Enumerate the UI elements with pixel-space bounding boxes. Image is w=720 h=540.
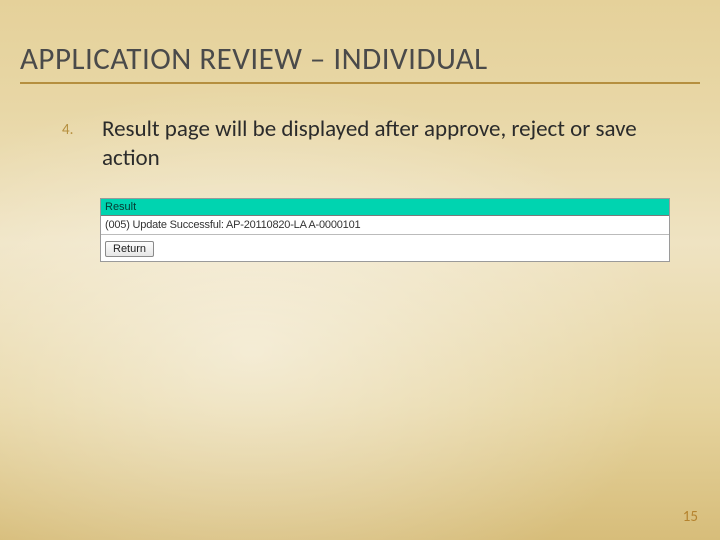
slide: APPLICATION REVIEW – INDIVIDUAL 4. Resul… xyxy=(0,0,720,540)
embedded-screenshot: Result (005) Update Successful: AP-20110… xyxy=(100,198,670,262)
button-row: Return xyxy=(101,235,669,261)
page-number: 15 xyxy=(683,508,698,526)
page-title: APPLICATION REVIEW – INDIVIDUAL xyxy=(20,40,700,84)
result-message: (005) Update Successful: AP-20110820-LA … xyxy=(101,216,669,235)
title-container: APPLICATION REVIEW – INDIVIDUAL xyxy=(20,40,700,84)
body-content: 4. Result page will be displayed after a… xyxy=(62,115,680,173)
return-button[interactable]: Return xyxy=(105,241,154,257)
list-text: Result page will be displayed after appr… xyxy=(102,115,680,173)
list-number: 4. xyxy=(62,115,102,139)
list-item: 4. Result page will be displayed after a… xyxy=(62,115,680,173)
result-panel-header: Result xyxy=(101,199,669,216)
